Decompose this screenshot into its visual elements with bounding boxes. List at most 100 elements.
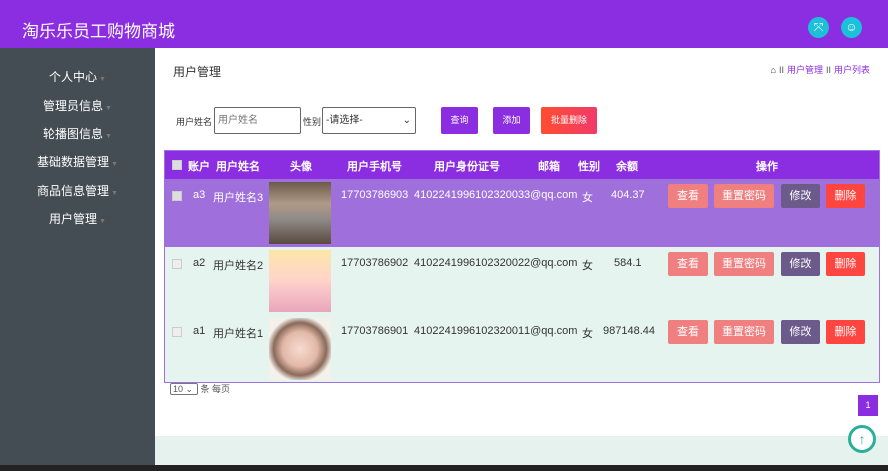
name-label: 用户姓名	[176, 115, 212, 128]
top-header: 淘乐乐员工购物商城 ⤧ ☺	[0, 0, 888, 48]
sidebar-item-label: 商品信息管理	[37, 184, 109, 198]
app-title: 淘乐乐员工购物商城	[22, 17, 175, 42]
avatar-image	[269, 318, 331, 380]
col-avatar: 头像	[290, 158, 312, 174]
cell-phone: 17703786903	[341, 189, 408, 201]
select-all-checkbox[interactable]	[172, 160, 182, 170]
table-header: 账户 用户姓名 头像 用户手机号 用户身份证号 邮箱 性别 余额 操作	[165, 151, 879, 179]
chevron-down-icon: ⌄	[403, 108, 411, 133]
delete-button[interactable]: 删除	[826, 252, 865, 276]
batch-delete-button[interactable]: 批量删除	[541, 107, 597, 134]
delete-button[interactable]: 删除	[826, 184, 865, 208]
user-table: 账户 用户姓名 头像 用户手机号 用户身份证号 邮箱 性别 余额 操作 a3 用…	[164, 150, 880, 383]
footer	[155, 436, 888, 465]
sidebar-item-carousel[interactable]: 轮播图信息▼	[0, 125, 155, 142]
cell-email: 2@qq.com	[524, 257, 577, 269]
sex-select[interactable]: -请选择- ⌄	[322, 107, 416, 134]
page-1-button[interactable]: 1	[858, 395, 878, 416]
avatar-image	[269, 250, 331, 312]
sidebar-item-basic-data[interactable]: 基础数据管理▼	[0, 153, 155, 170]
view-button[interactable]: 查看	[668, 320, 708, 344]
sex-label: 性别	[303, 115, 321, 128]
row-checkbox[interactable]	[172, 191, 182, 201]
sidebar-item-goods[interactable]: 商品信息管理▼	[0, 182, 155, 199]
sidebar-item-personal[interactable]: 个人中心▼	[0, 68, 155, 85]
caret-down-icon: ▼	[99, 218, 106, 225]
cell-sex: 女	[582, 257, 593, 273]
caret-down-icon: ▼	[111, 161, 118, 168]
cell-account: a1	[193, 325, 205, 337]
col-actions: 操作	[756, 158, 778, 174]
table-row: a2 用户姓名2 17703786902 410224199610232002 …	[165, 247, 879, 315]
cell-balance: 404.37	[611, 189, 645, 201]
page-size-control: 10 ⌄ 条 每页	[170, 382, 230, 395]
page-size-value: 10	[173, 384, 183, 394]
sidebar-item-label: 管理员信息	[43, 99, 103, 113]
reset-password-button[interactable]: 重置密码	[714, 252, 774, 276]
home-icon[interactable]: ⌂	[771, 65, 776, 75]
caret-down-icon: ▼	[111, 190, 118, 197]
sidebar-item-label: 用户管理	[49, 212, 97, 226]
col-idcard: 用户身份证号	[434, 158, 500, 174]
reset-password-button[interactable]: 重置密码	[714, 320, 774, 344]
page-title: 用户管理	[173, 63, 221, 80]
breadcrumb-separator: II	[826, 65, 831, 75]
col-phone: 用户手机号	[347, 158, 402, 174]
breadcrumb: ⌂II用户管理II用户列表	[771, 63, 871, 76]
cell-balance: 987148.44	[603, 325, 655, 337]
sidebar-item-admin[interactable]: 管理员信息▼	[0, 97, 155, 114]
table-row: a3 用户姓名3 17703786903 410224199610232003 …	[165, 179, 879, 247]
cell-name: 用户姓名3	[213, 189, 263, 205]
sex-select-value: -请选择-	[326, 115, 363, 126]
add-button[interactable]: 添加	[493, 107, 530, 134]
cell-name: 用户姓名2	[213, 257, 263, 273]
back-to-top-icon[interactable]: ↑	[848, 425, 876, 453]
row-checkbox[interactable]	[172, 327, 182, 337]
cell-name: 用户姓名1	[213, 325, 263, 341]
cell-account: a2	[193, 257, 205, 269]
cell-email: 3@qq.com	[524, 189, 577, 201]
view-button[interactable]: 查看	[668, 252, 708, 276]
caret-down-icon: ▼	[99, 76, 106, 83]
page-size-select[interactable]: 10 ⌄	[170, 383, 198, 395]
sidebar-item-users[interactable]: 用户管理▼	[0, 210, 155, 227]
sidebar: 个人中心▼ 管理员信息▼ 轮播图信息▼ 基础数据管理▼ 商品信息管理▼ 用户管理…	[0, 48, 155, 465]
query-button[interactable]: 查询	[441, 107, 478, 134]
per-page-label: 条 每页	[201, 384, 231, 394]
cell-sex: 女	[582, 325, 593, 341]
cell-email: 1@qq.com	[524, 325, 577, 337]
col-name: 用户姓名	[216, 158, 260, 174]
breadcrumb-separator: II	[779, 65, 784, 75]
edit-button[interactable]: 修改	[781, 320, 820, 344]
sidebar-item-label: 基础数据管理	[37, 155, 109, 169]
col-balance: 余额	[616, 158, 638, 174]
breadcrumb-user-list[interactable]: 用户列表	[834, 65, 870, 75]
delete-button[interactable]: 删除	[826, 320, 865, 344]
fullscreen-icon[interactable]: ⤧	[808, 17, 829, 38]
sidebar-item-label: 轮播图信息	[43, 127, 103, 141]
caret-down-icon: ▼	[105, 105, 112, 112]
col-account: 账户	[188, 158, 210, 174]
col-email: 邮箱	[538, 158, 560, 174]
edit-button[interactable]: 修改	[781, 252, 820, 276]
avatar-image	[269, 182, 331, 244]
sidebar-item-label: 个人中心	[49, 70, 97, 84]
cell-idcard: 410224199610232003	[414, 189, 524, 201]
cell-phone: 17703786901	[341, 325, 408, 337]
cell-account: a3	[193, 189, 205, 201]
reset-password-button[interactable]: 重置密码	[714, 184, 774, 208]
row-checkbox[interactable]	[172, 259, 182, 269]
table-row: a1 用户姓名1 17703786901 410224199610232001 …	[165, 315, 879, 383]
caret-down-icon: ▼	[105, 133, 112, 140]
cell-phone: 17703786902	[341, 257, 408, 269]
view-button[interactable]: 查看	[668, 184, 708, 208]
taskbar	[0, 465, 888, 471]
cell-sex: 女	[582, 189, 593, 205]
cell-balance: 584.1	[614, 257, 642, 269]
name-input[interactable]: 用户姓名	[214, 107, 301, 134]
breadcrumb-user-manage[interactable]: 用户管理	[787, 65, 823, 75]
col-sex: 性别	[578, 158, 600, 174]
user-icon[interactable]: ☺	[841, 17, 862, 38]
edit-button[interactable]: 修改	[781, 184, 820, 208]
cell-idcard: 410224199610232002	[414, 257, 524, 269]
